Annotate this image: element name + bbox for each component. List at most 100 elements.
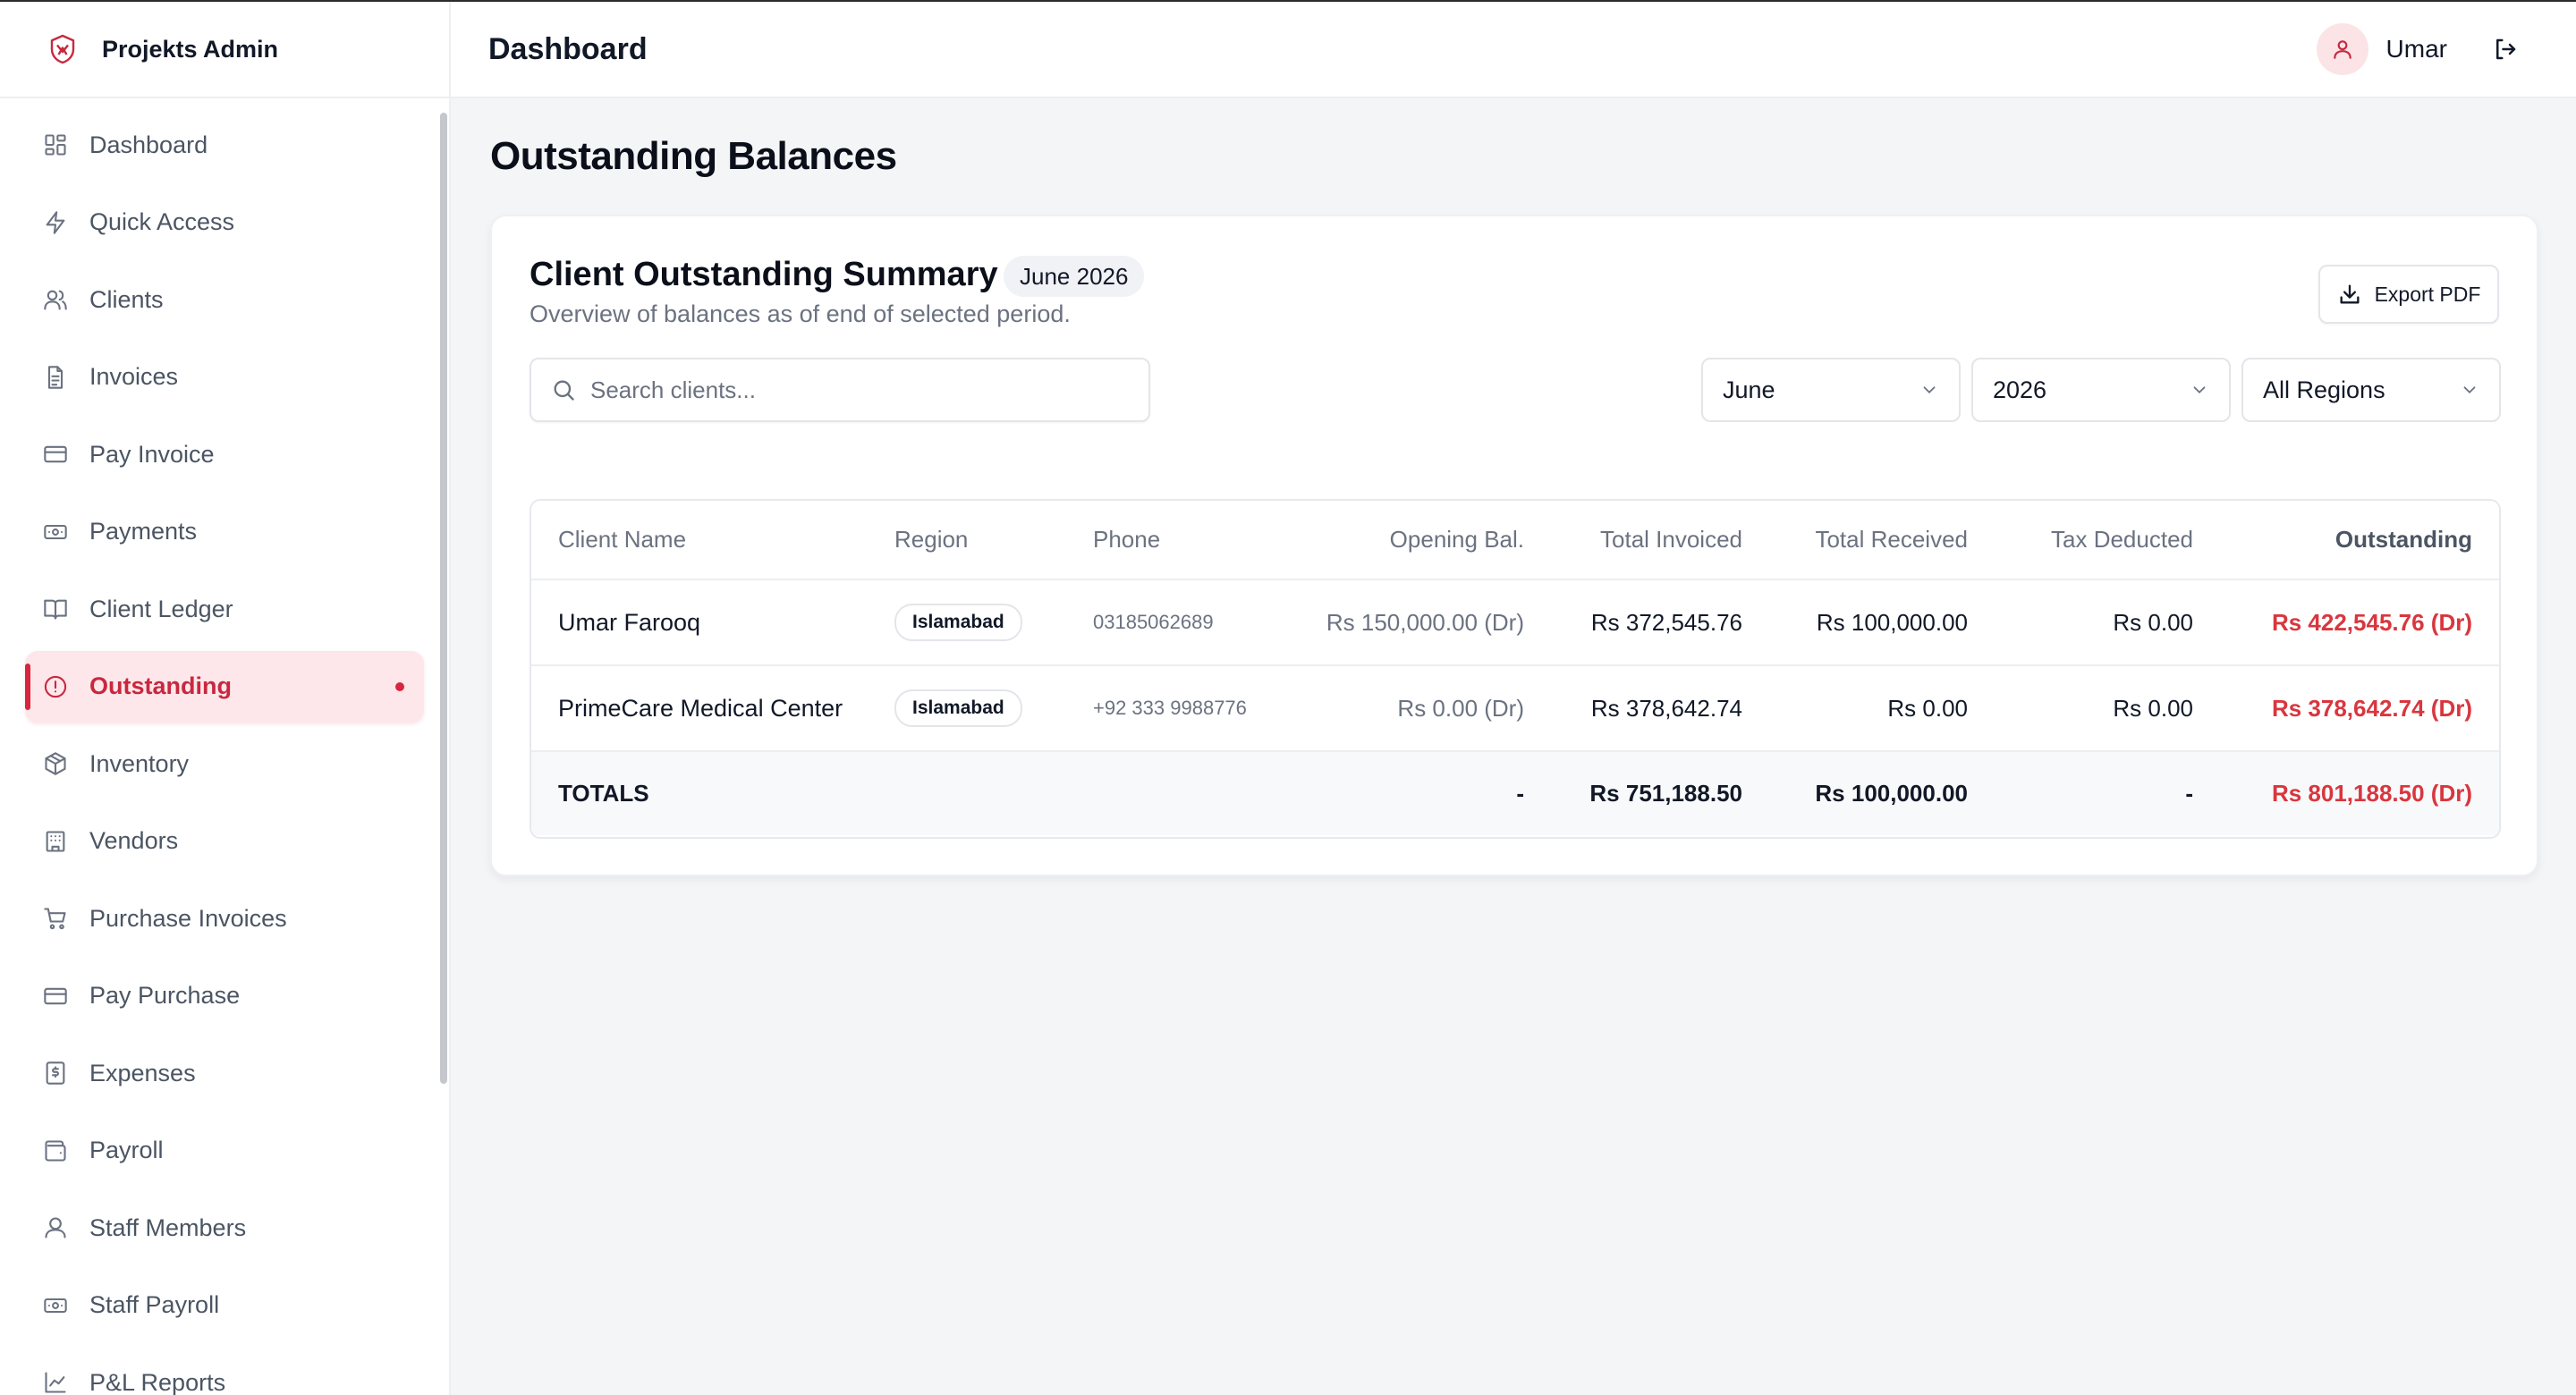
opening-balance-cell: Rs 0.00 (Dr) xyxy=(1279,665,1537,752)
brand[interactable]: Projekts Admin xyxy=(0,2,449,98)
sidebar-item-vendors[interactable]: Vendors xyxy=(25,806,424,877)
client-name[interactable]: Umar Farooq xyxy=(531,579,894,666)
sidebar-item-label: Vendors xyxy=(89,827,179,854)
sidebar-item-label: Staff Payroll xyxy=(89,1291,220,1318)
brand-name: Projekts Admin xyxy=(102,35,279,63)
search-icon xyxy=(554,380,574,401)
user-menu: Umar xyxy=(2316,23,2519,75)
outstanding-summary-card: Client Outstanding Summary June 2026 Ove… xyxy=(490,215,2538,876)
table-header-row: Client Name Region Phone Opening Bal. To… xyxy=(531,501,2499,580)
sidebar-item-outstanding[interactable]: Outstanding xyxy=(25,650,424,723)
cash-icon xyxy=(44,1298,67,1313)
tax-deducted-cell: Rs 0.00 xyxy=(1980,579,2206,666)
region-select[interactable]: All Regions xyxy=(2241,358,2501,422)
user-name[interactable]: Umar xyxy=(2386,35,2447,63)
cash-icon xyxy=(44,524,67,539)
sidebar-item-staff-members[interactable]: Staff Members xyxy=(25,1192,424,1264)
building-icon xyxy=(46,830,65,852)
lightning-icon xyxy=(46,210,65,234)
avatar[interactable] xyxy=(2316,23,2368,75)
credit-card-icon xyxy=(44,987,67,1004)
year-select[interactable]: 2026 xyxy=(1971,358,2231,422)
alert-circle-icon xyxy=(44,675,67,698)
card-subtitle: Overview of balances as of end of select… xyxy=(530,300,1071,327)
phone-cell: +92 333 9988776 xyxy=(1093,665,1279,752)
table-row[interactable]: PrimeCare Medical Center Islamabad +92 3… xyxy=(531,665,2499,752)
document-icon xyxy=(47,365,64,389)
col-opening-balance[interactable]: Opening Bal. xyxy=(1279,501,1537,580)
col-client-name[interactable]: Client Name xyxy=(531,501,894,580)
sidebar-item-p-l-reports[interactable]: P&L Reports xyxy=(25,1347,424,1395)
search-input[interactable] xyxy=(590,376,1127,404)
header-title: Dashboard xyxy=(488,31,648,66)
tax-deducted-cell: Rs 0.00 xyxy=(1980,665,2206,752)
month-select[interactable]: June xyxy=(1701,358,1961,422)
month-select-value: June xyxy=(1723,376,1775,403)
sidebar-item-expenses[interactable]: Expenses xyxy=(25,1037,424,1109)
export-pdf-label: Export PDF xyxy=(2374,282,2481,306)
page-title: Outstanding Balances xyxy=(490,134,897,178)
totals-opening: - xyxy=(1279,751,1537,835)
totals-region-empty xyxy=(894,751,1093,835)
export-pdf-button[interactable]: Export PDF xyxy=(2318,265,2499,324)
search-box[interactable] xyxy=(530,358,1150,422)
download-icon xyxy=(2340,284,2360,304)
sidebar-item-invoices[interactable]: Invoices xyxy=(25,342,424,413)
sidebar-item-quick-access[interactable]: Quick Access xyxy=(25,187,424,258)
totals-row: TOTALS - Rs 751,188.50 Rs 100,000.00 - R… xyxy=(531,751,2499,835)
sidebar-item-pay-purchase[interactable]: Pay Purchase xyxy=(25,960,424,1032)
shield-logo-icon xyxy=(50,34,75,64)
sidebar-item-label: Quick Access xyxy=(89,208,235,235)
wallet-icon xyxy=(45,1139,66,1162)
col-total-received[interactable]: Total Received xyxy=(1755,501,1980,580)
sidebar-item-clients[interactable]: Clients xyxy=(25,264,424,335)
region-badge: Islamabad xyxy=(894,604,1022,641)
sidebar-item-payroll[interactable]: Payroll xyxy=(25,1115,424,1187)
sidebar-item-label: Pay Invoice xyxy=(89,440,215,468)
totals-received: Rs 100,000.00 xyxy=(1755,751,1980,835)
sidebar-item-label: Payments xyxy=(89,518,198,545)
sidebar-item-label: Expenses xyxy=(89,1059,196,1086)
sidebar-scrollbar[interactable] xyxy=(440,113,447,1084)
chevron-down-icon xyxy=(2193,386,2206,394)
sidebar-item-purchase-invoices[interactable]: Purchase Invoices xyxy=(25,883,424,954)
top-header: Dashboard Umar xyxy=(451,2,2576,98)
phone-cell: 03185062689 xyxy=(1093,579,1279,666)
book-icon xyxy=(44,599,67,620)
sidebar-item-staff-payroll[interactable]: Staff Payroll xyxy=(25,1270,424,1341)
col-phone[interactable]: Phone xyxy=(1093,501,1279,580)
totals-tax: - xyxy=(1980,751,2206,835)
total-received-cell: Rs 100,000.00 xyxy=(1755,579,1980,666)
col-outstanding[interactable]: Outstanding xyxy=(2206,501,2499,580)
totals-label: TOTALS xyxy=(531,751,894,835)
outstanding-cell: Rs 378,642.74 (Dr) xyxy=(2206,665,2499,752)
region-cell: Islamabad xyxy=(894,579,1093,666)
col-tax-deducted[interactable]: Tax Deducted xyxy=(1980,501,2206,580)
period-badge: June 2026 xyxy=(1004,256,1145,297)
opening-balance-cell: Rs 150,000.00 (Dr) xyxy=(1279,579,1537,666)
sidebar: Projekts Admin Dashboard Quick Access Clie… xyxy=(0,2,451,1395)
chevron-down-icon xyxy=(1923,386,1936,394)
col-total-invoiced[interactable]: Total Invoiced xyxy=(1537,501,1755,580)
col-region[interactable]: Region xyxy=(894,501,1093,580)
sidebar-item-label: Pay Purchase xyxy=(89,982,241,1009)
sidebar-item-label: Inventory xyxy=(89,749,190,777)
sidebar-item-label: Outstanding xyxy=(89,672,232,699)
sidebar-item-dashboard[interactable]: Dashboard xyxy=(25,109,424,181)
active-indicator-dot xyxy=(395,681,404,691)
sidebar-item-label: Payroll xyxy=(89,1137,164,1163)
logout-icon[interactable] xyxy=(2492,36,2519,63)
sidebar-item-client-ledger[interactable]: Client Ledger xyxy=(25,573,424,645)
sidebar-item-payments[interactable]: Payments xyxy=(25,496,424,568)
sidebar-item-label: Purchase Invoices xyxy=(89,904,287,932)
chart-icon xyxy=(45,1372,66,1393)
table-row[interactable]: Umar Farooq Islamabad 03185062689 Rs 150… xyxy=(531,579,2499,666)
sidebar-item-pay-invoice[interactable]: Pay Invoice xyxy=(25,418,424,490)
receipt-icon xyxy=(46,1061,65,1085)
sidebar-item-label: Invoices xyxy=(89,363,179,390)
sidebar-item-inventory[interactable]: Inventory xyxy=(25,728,424,799)
user-icon xyxy=(2333,40,2351,59)
package-icon xyxy=(45,752,66,775)
dashboard-icon xyxy=(45,134,66,156)
client-name[interactable]: PrimeCare Medical Center xyxy=(531,665,894,752)
